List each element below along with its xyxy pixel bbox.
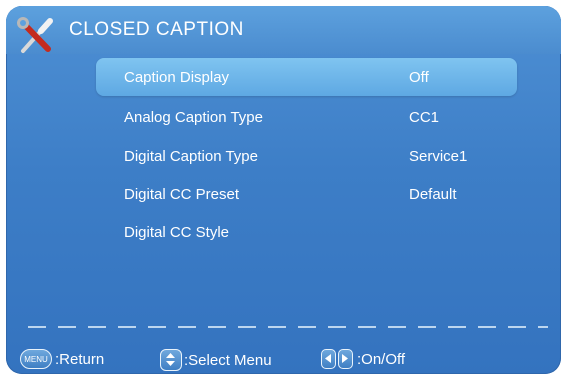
return-hint: MENU :Return <box>20 349 104 369</box>
page-title: CLOSED CAPTION <box>69 19 244 40</box>
menu-item-value: Default <box>409 186 457 203</box>
menu-item-caption-display[interactable]: Caption Display Off <box>96 58 517 96</box>
menu-item-label: Digital Caption Type <box>124 148 258 165</box>
left-right-key-icon <box>321 349 353 369</box>
footer-divider <box>28 326 548 328</box>
select-menu-hint: :Select Menu <box>160 349 272 371</box>
menu-item-label: Caption Display <box>124 69 230 86</box>
menu-item-digital-caption-type[interactable]: Digital Caption Type Service1 <box>96 137 517 175</box>
menu-item-value: Off <box>409 69 429 86</box>
menu-item-analog-caption-type[interactable]: Analog Caption Type CC1 <box>96 98 517 136</box>
menu-item-digital-cc-preset[interactable]: Digital CC Preset Default <box>96 175 517 213</box>
on-off-label: :On/Off <box>357 350 406 368</box>
menu-key-icon: MENU <box>20 349 52 369</box>
menu-item-label: Digital CC Preset <box>124 186 240 203</box>
menu-header: CLOSED CAPTION <box>6 6 561 54</box>
tools-icon <box>17 17 53 53</box>
menu-item-digital-cc-style[interactable]: Digital CC Style <box>96 213 517 251</box>
menu-item-label: Analog Caption Type <box>124 109 263 126</box>
menu-item-value: Service1 <box>409 148 468 165</box>
closed-caption-osd: CLOSED CAPTION Caption Display Off Analo… <box>6 6 561 374</box>
on-off-hint: :On/Off <box>321 349 405 369</box>
select-menu-label: :Select Menu <box>184 351 272 369</box>
menu-item-value: CC1 <box>409 109 440 126</box>
return-label: :Return <box>55 350 105 368</box>
key-help-bar: MENU :Return :Select Menu:On/Off <box>6 344 561 374</box>
menu-item-label: Digital CC Style <box>124 224 230 241</box>
up-down-key-icon <box>160 349 182 371</box>
